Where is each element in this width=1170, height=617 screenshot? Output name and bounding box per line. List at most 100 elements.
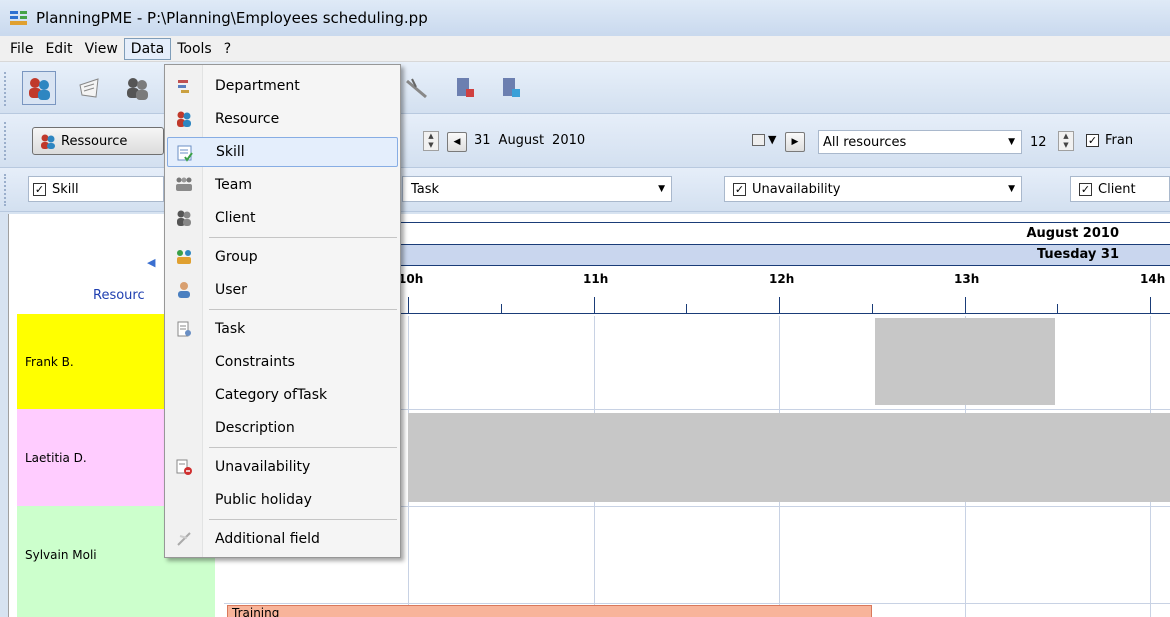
hour-tick — [1150, 297, 1151, 313]
skill-filter[interactable]: ✓ Skill — [28, 176, 164, 202]
menu-item-description[interactable]: Description — [167, 413, 398, 443]
unavailability-filter-label: Unavailability — [752, 181, 841, 197]
hour-label-13: 13h — [954, 272, 980, 286]
date-spinner[interactable]: ▲ ▼ — [423, 131, 439, 151]
client-filter-label: Client — [1098, 181, 1136, 197]
menu-item-team[interactable]: Team — [167, 170, 398, 200]
hour-tick — [779, 297, 780, 313]
menu-file[interactable]: File — [4, 39, 39, 59]
resource-view-button[interactable] — [22, 71, 56, 105]
menu-item-public-holiday[interactable]: Public holiday — [167, 485, 398, 515]
unavailability-block[interactable] — [875, 318, 1055, 405]
date-display[interactable]: 31 August 2010 — [474, 133, 585, 148]
export-icon — [503, 78, 520, 97]
task-view-button[interactable] — [72, 71, 106, 105]
menu-item-department[interactable]: Department — [167, 71, 398, 101]
menu-item-label: Department — [215, 78, 300, 94]
menu-bar: File Edit View Data Tools ? — [0, 36, 1170, 62]
resource-column-title[interactable]: Resourc — [93, 288, 145, 303]
department-icon — [178, 80, 189, 93]
menu-item-task[interactable]: Task — [167, 314, 398, 344]
menu-item-label: Unavailability — [215, 459, 311, 475]
chevron-down-icon: ▼ — [1008, 184, 1015, 194]
check-icon: ✓ — [1079, 182, 1092, 196]
task-label: Training — [232, 606, 280, 617]
menu-item-label: Constraints — [215, 354, 295, 370]
prev-date-button[interactable]: ◀ — [447, 132, 467, 152]
report-icon — [457, 78, 474, 97]
toolbar-grip[interactable] — [4, 72, 8, 106]
resource-name: Sylvain Moli — [25, 547, 97, 562]
task-filter[interactable]: Task ▼ — [402, 176, 672, 202]
calendar-icon — [752, 133, 765, 146]
clients-icon — [127, 78, 148, 100]
hour-tick — [594, 297, 595, 313]
client-filter[interactable]: ✓ Client — [1070, 176, 1170, 202]
menu-item-client[interactable]: Client — [167, 203, 398, 233]
toolbar-grip[interactable] — [4, 174, 8, 206]
resource-filter-value: All resources — [823, 134, 907, 150]
count-spinner[interactable]: ▲ ▼ — [1058, 131, 1074, 151]
collapse-arrow-icon[interactable]: ◀ — [147, 256, 155, 269]
menu-item-group[interactable]: Group — [167, 242, 398, 272]
month-label: August 2010 — [1026, 226, 1119, 241]
menu-item-unavailability[interactable]: Unavailability — [167, 452, 398, 482]
menu-item-additional-field[interactable]: Additional field — [167, 524, 398, 554]
calendar-picker-button[interactable]: ▼ — [752, 133, 776, 146]
resource-name: Frank B. — [25, 354, 74, 369]
next-date-button[interactable]: ▶ — [785, 132, 805, 152]
menu-item-skill[interactable]: Skill — [167, 137, 398, 167]
toolbar-grip[interactable] — [4, 122, 8, 160]
menu-item-resource[interactable]: Resource — [167, 104, 398, 134]
half-hour-tick — [686, 304, 687, 313]
menu-view[interactable]: View — [79, 39, 124, 59]
client-view-button[interactable] — [120, 71, 154, 105]
menu-edit[interactable]: Edit — [39, 39, 78, 59]
team-icon — [176, 177, 192, 191]
resource-filter-select[interactable]: All resources ▼ — [818, 130, 1022, 154]
view-mode-label: Ressource — [61, 133, 128, 149]
menu-item-label: Public holiday — [215, 492, 312, 508]
menu-item-user[interactable]: User — [167, 275, 398, 305]
group-icon — [177, 250, 191, 264]
menu-data[interactable]: Data — [123, 37, 172, 60]
menu-item-constraints[interactable]: Constraints — [167, 347, 398, 377]
hour-tick — [965, 297, 966, 313]
menu-help[interactable]: ? — [218, 39, 237, 59]
hour-label-12: 12h — [769, 272, 795, 286]
view-mode-button[interactable]: Ressource — [32, 127, 164, 155]
chevron-down-icon: ▼ — [1008, 137, 1015, 147]
report-button[interactable] — [448, 71, 482, 105]
menu-item-label: Additional field — [215, 531, 320, 547]
menu-separator — [209, 237, 397, 238]
client-icon — [177, 210, 191, 226]
unavailability-block[interactable] — [408, 413, 1170, 502]
skill-icon — [177, 145, 193, 162]
menu-item-label: Description — [215, 420, 295, 436]
data-menu: Department Resource Skill Team Client Gr… — [164, 64, 401, 558]
row-divider — [224, 603, 1170, 604]
task-bar-training[interactable]: Training — [227, 605, 872, 617]
notepad-icon — [79, 78, 99, 98]
half-hour-tick — [501, 304, 502, 313]
menu-item-label: Group — [215, 249, 258, 265]
people-icon — [41, 134, 55, 149]
menu-item-label: Task — [215, 321, 246, 337]
date-year: 2010 — [552, 133, 586, 148]
resource-row-next[interactable] — [17, 603, 215, 617]
arrow-right-icon: ▶ — [791, 137, 799, 147]
menu-item-category-of-task[interactable]: Category ofTask — [167, 380, 398, 410]
additional-field-icon — [177, 532, 191, 546]
export-button[interactable] — [494, 71, 528, 105]
user-icon — [178, 282, 190, 298]
half-hour-tick — [872, 304, 873, 313]
check-icon: ✓ — [33, 182, 46, 196]
chevron-down-icon: ▼ — [768, 133, 777, 146]
fr-checkbox[interactable]: ✓ Fran — [1086, 133, 1133, 148]
fr-label: Fran — [1105, 133, 1134, 148]
unavailability-filter[interactable]: ✓ Unavailability ▼ — [724, 176, 1022, 202]
menu-tools[interactable]: Tools — [171, 39, 218, 59]
menu-separator — [209, 309, 397, 310]
hour-label-14: 14h — [1140, 272, 1166, 286]
link-tool-button[interactable] — [400, 71, 434, 105]
